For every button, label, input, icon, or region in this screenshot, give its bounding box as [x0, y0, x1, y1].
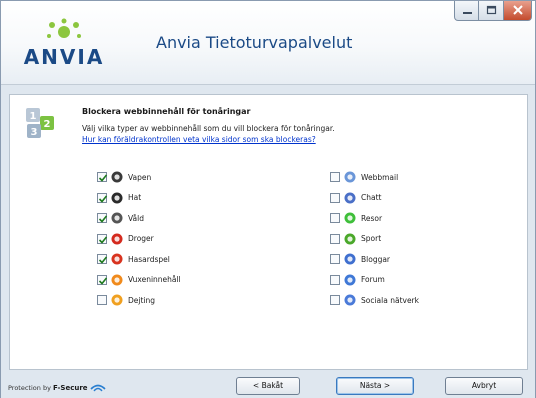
- f-secure-brand: F-Secure: [52, 384, 88, 392]
- category-item[interactable]: Vuxeninnehåll: [97, 273, 181, 287]
- f-secure-logo-icon: [89, 384, 106, 392]
- forum-icon: [344, 274, 356, 285]
- gambling-icon: [111, 253, 123, 265]
- category-label: Webbmail: [361, 172, 399, 182]
- steps-icon: 1 2 3: [26, 108, 54, 138]
- title-bar: ANVIA Anvia Tietoturvapalvelut: [1, 1, 535, 85]
- hate-icon: [111, 192, 123, 203]
- close-button[interactable]: [504, 1, 532, 21]
- anvia-logo: ANVIA: [19, 15, 109, 75]
- category-label: Våld: [128, 213, 144, 223]
- category-item[interactable]: Vapen: [97, 170, 151, 184]
- category-checkbox[interactable]: [330, 213, 340, 223]
- category-label: Sociala nätverk: [361, 295, 419, 305]
- chat-icon: [344, 192, 356, 203]
- category-checkbox[interactable]: [97, 213, 108, 223]
- gun-icon: [111, 171, 123, 183]
- category-label: Vapen: [128, 172, 152, 182]
- maximize-button[interactable]: [479, 1, 504, 21]
- category-label: Resor: [361, 213, 383, 223]
- category-label: Hat: [128, 193, 142, 202]
- category-label: Sport: [361, 234, 382, 243]
- category-item[interactable]: Bloggar: [330, 252, 390, 266]
- category-checkbox[interactable]: [330, 254, 340, 264]
- page-description: Välj vilka typer av webbinnehåll som du …: [82, 124, 335, 133]
- category-item[interactable]: Sociala nätverk: [330, 293, 419, 307]
- category-checkbox[interactable]: [330, 192, 340, 203]
- category-item[interactable]: Hat: [97, 191, 141, 205]
- footer: Protection by F-Secure < Bakåt Nästa > A…: [1, 372, 535, 398]
- blogs-icon: [344, 253, 356, 265]
- category-label: Vuxeninnehåll: [128, 275, 181, 284]
- help-link[interactable]: Hur kan föräldrakontrollen veta vilka si…: [82, 135, 316, 144]
- category-item[interactable]: Dejting: [97, 293, 155, 307]
- sport-icon: [344, 233, 356, 244]
- category-label: Dejting: [128, 295, 156, 305]
- category-item[interactable]: Chatt: [330, 191, 381, 205]
- minimize-button[interactable]: [454, 1, 479, 21]
- category-checkbox[interactable]: [97, 274, 108, 285]
- maximize-icon: [486, 5, 497, 15]
- close-icon: [513, 5, 523, 15]
- next-button[interactable]: Nästa >: [336, 377, 414, 395]
- category-item[interactable]: Hasardspel: [97, 252, 170, 266]
- checkmark-icon: [98, 256, 108, 264]
- social-networks-icon: [344, 294, 356, 306]
- category-item[interactable]: Droger: [97, 232, 154, 246]
- adult-content-icon: [111, 274, 123, 285]
- travel-icon: [344, 212, 356, 224]
- app-title: Anvia Tietoturvapalvelut: [156, 33, 353, 52]
- category-label: Chatt: [361, 193, 382, 202]
- protection-label: Protection by: [8, 384, 51, 392]
- page-heading: Blockera webbinnehåll för tonåringar: [82, 107, 251, 116]
- category-label: Hasardspel: [128, 254, 170, 264]
- category-item[interactable]: Forum: [330, 273, 385, 287]
- category-checkbox[interactable]: [97, 233, 108, 244]
- category-label: Forum: [361, 275, 385, 284]
- category-item[interactable]: Webbmail: [330, 170, 398, 184]
- svg-text:1: 1: [30, 111, 37, 122]
- webmail-icon: [344, 171, 356, 183]
- installer-window: ANVIA Anvia Tietoturvapalvelut 1 2 3 Blo…: [0, 0, 536, 398]
- protection-by: Protection by F-Secure: [8, 383, 106, 393]
- checkmark-icon: [98, 276, 108, 285]
- category-checkbox[interactable]: [97, 172, 108, 182]
- category-label: Droger: [128, 234, 154, 243]
- content-panel: 1 2 3 Blockera webbinnehåll för tonåring…: [9, 94, 528, 370]
- svg-text:2: 2: [44, 119, 51, 130]
- logo-text: ANVIA: [23, 45, 105, 69]
- svg-text:3: 3: [31, 127, 38, 138]
- violence-icon: [111, 212, 123, 224]
- checkmark-icon: [98, 215, 108, 223]
- category-item[interactable]: Våld: [97, 211, 144, 225]
- checkmark-icon: [98, 235, 108, 244]
- checkmark-icon: [98, 174, 108, 182]
- category-checkbox[interactable]: [330, 295, 340, 305]
- checkmark-icon: [98, 194, 108, 203]
- category-checkbox[interactable]: [97, 295, 107, 305]
- category-checkbox[interactable]: [330, 172, 340, 182]
- category-checkbox[interactable]: [97, 254, 108, 264]
- drugs-icon: [111, 233, 123, 244]
- category-checkbox[interactable]: [330, 233, 340, 244]
- back-button[interactable]: < Bakåt: [236, 377, 300, 395]
- category-item[interactable]: Resor: [330, 211, 382, 225]
- dating-icon: [111, 294, 123, 306]
- category-checkbox[interactable]: [97, 192, 108, 203]
- cancel-button[interactable]: Avbryt: [445, 377, 523, 395]
- anvia-logo-mark-icon: [47, 18, 81, 38]
- category-item[interactable]: Sport: [330, 232, 381, 246]
- minimize-icon: [463, 12, 472, 14]
- category-checkbox[interactable]: [330, 274, 340, 285]
- category-label: Bloggar: [361, 254, 391, 264]
